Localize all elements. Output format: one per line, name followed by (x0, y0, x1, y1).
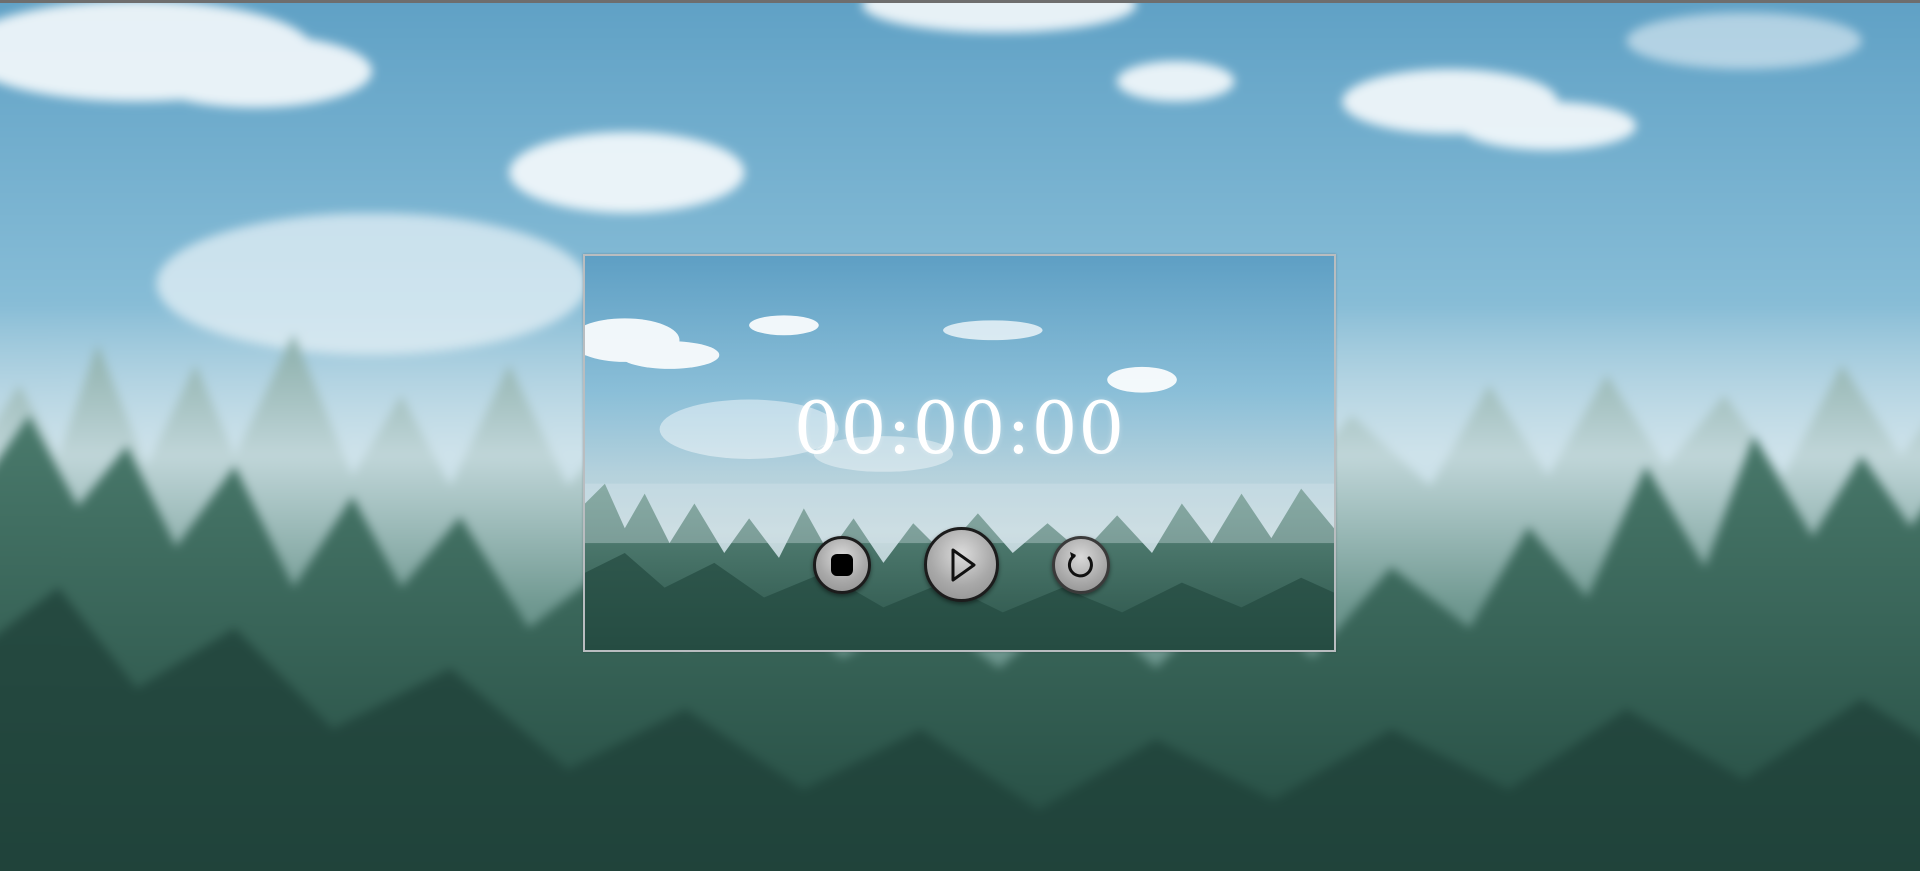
top-border (0, 0, 1920, 3)
stop-button[interactable] (813, 536, 871, 594)
stop-icon (831, 554, 853, 576)
page: 00:00:00 (0, 0, 1920, 871)
time-display: 00:00:00 (793, 386, 1126, 470)
play-button[interactable] (924, 527, 999, 602)
stopwatch-card: 00:00:00 (583, 254, 1336, 652)
reset-button[interactable] (1052, 536, 1110, 594)
play-icon (951, 548, 975, 581)
reset-icon (1067, 552, 1093, 578)
